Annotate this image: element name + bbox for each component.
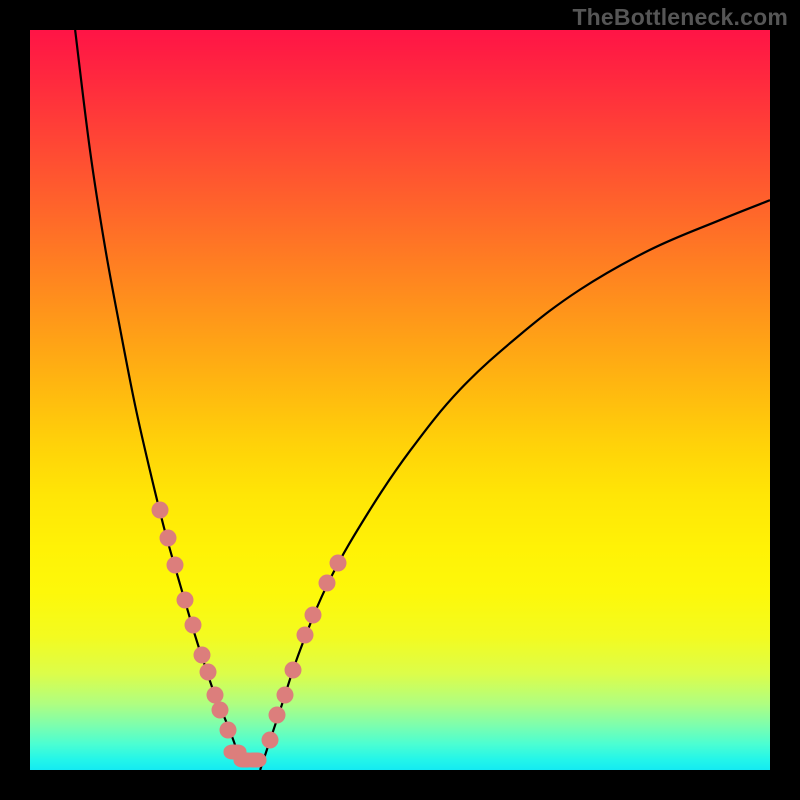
data-marker bbox=[284, 662, 301, 679]
data-marker bbox=[212, 702, 229, 719]
data-marker bbox=[243, 752, 266, 767]
data-marker bbox=[304, 607, 321, 624]
data-marker bbox=[184, 616, 201, 633]
data-marker bbox=[277, 687, 294, 704]
data-marker bbox=[219, 722, 236, 739]
data-marker bbox=[319, 574, 336, 591]
data-marker bbox=[261, 731, 278, 748]
data-marker bbox=[176, 591, 193, 608]
left-curve bbox=[75, 30, 240, 765]
chart-canvas: TheBottleneck.com bbox=[0, 0, 800, 800]
data-marker bbox=[159, 529, 176, 546]
data-marker bbox=[329, 554, 346, 571]
data-marker bbox=[152, 502, 169, 519]
data-marker bbox=[194, 647, 211, 664]
plot-area bbox=[30, 30, 770, 770]
right-curve bbox=[260, 200, 770, 770]
watermark-label: TheBottleneck.com bbox=[572, 4, 788, 31]
data-marker bbox=[199, 664, 216, 681]
data-marker bbox=[167, 557, 184, 574]
curve-layer bbox=[30, 30, 770, 770]
data-marker bbox=[297, 627, 314, 644]
data-marker bbox=[269, 707, 286, 724]
